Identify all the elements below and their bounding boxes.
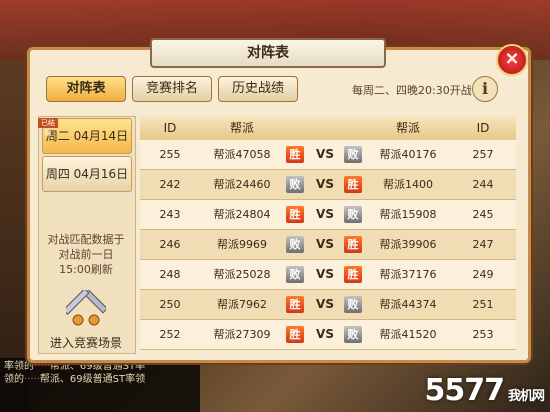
right-id: 245 <box>472 208 494 221</box>
left-id: 250 <box>159 298 181 311</box>
left-guild-name: 帮派47058 <box>213 148 271 161</box>
chat-line: 领的·····帮派、69级普通ST率领 <box>4 374 146 385</box>
left-guild-name: 帮派27309 <box>213 328 271 341</box>
enter-arena-label[interactable]: 进入竞赛场景 <box>42 334 130 351</box>
left-guild-name: 帮派9969 <box>217 238 267 251</box>
tab-history-record[interactable]: 历史战绩 <box>218 76 298 102</box>
tab-competition-ranking[interactable]: 竞赛排名 <box>132 76 212 102</box>
left-guild-name: 帮派24804 <box>213 208 271 221</box>
table-row: 252 帮派27309 VS 帮派41520 253 胜 败 <box>140 320 516 350</box>
left-guild-name: 帮派24460 <box>213 178 271 191</box>
left-id: 243 <box>159 208 181 221</box>
chat-log: 率领的·····帮派、69级普通ST率 领的·····帮派、69级普通ST率领 <box>0 358 200 412</box>
right-guild-name: 帮派1400 <box>383 178 433 191</box>
left-guild-name: 帮派7962 <box>217 298 267 311</box>
win-badge: 胜 <box>286 146 304 163</box>
table-row: 243 帮派24804 VS 帮派15908 245 胜 败 <box>140 200 516 230</box>
tab-match-schedule[interactable]: 对阵表 <box>46 76 126 102</box>
left-id: 252 <box>159 328 181 341</box>
table-row: 250 帮派7962 VS 帮派44374 251 胜 败 <box>140 290 516 320</box>
right-guild-name: 帮派40176 <box>379 148 437 161</box>
lose-badge: 败 <box>286 236 304 253</box>
header-right-id: ID <box>476 121 490 135</box>
left-id: 246 <box>159 238 181 251</box>
crossed-swords-icon[interactable] <box>66 290 106 330</box>
table-row: 248 帮派25028 VS 帮派37176 249 败 胜 <box>140 260 516 290</box>
left-id: 242 <box>159 178 181 191</box>
ended-ribbon: 已结束 <box>38 118 58 137</box>
vs-label: VS <box>316 177 334 191</box>
day-thursday[interactable]: 周四 04月16日 <box>42 156 132 192</box>
right-guild-name: 帮派37176 <box>379 268 437 281</box>
panel-title: 对阵表 <box>150 38 386 68</box>
win-badge: 胜 <box>286 296 304 313</box>
right-guild-name: 帮派44374 <box>379 298 437 311</box>
right-id: 253 <box>472 328 494 341</box>
vs-label: VS <box>316 237 334 251</box>
close-icon[interactable]: × <box>496 44 528 76</box>
vs-label: VS <box>316 207 334 221</box>
lose-badge: 败 <box>286 266 304 283</box>
vs-label: VS <box>316 327 334 341</box>
table-row: 246 帮派9969 VS 帮派39906 247 败 胜 <box>140 230 516 260</box>
left-guild-name: 帮派25028 <box>213 268 271 281</box>
right-id: 257 <box>472 148 494 161</box>
right-id: 249 <box>472 268 494 281</box>
win-badge: 胜 <box>286 326 304 343</box>
refresh-note: 对战匹配数据于对战前一日15:00刷新 <box>47 233 125 276</box>
vs-label: VS <box>316 297 334 311</box>
header-left-id: ID <box>163 121 177 135</box>
win-badge: 胜 <box>344 176 362 193</box>
win-badge: 胜 <box>344 236 362 253</box>
lose-badge: 败 <box>286 176 304 193</box>
right-id: 251 <box>472 298 494 311</box>
table-header: ID 帮派 帮派 ID <box>140 116 516 141</box>
info-icon[interactable]: i <box>472 76 498 102</box>
right-id: 244 <box>472 178 494 191</box>
lose-badge: 败 <box>344 296 362 313</box>
left-id: 248 <box>159 268 181 281</box>
schedule-text: 每周二、四晚20:30开战 <box>352 84 472 97</box>
match-table: ID 帮派 帮派 ID 255 帮派47058 VS 帮派40176 257 胜败 242 帮… <box>140 116 516 358</box>
vs-label: VS <box>316 147 334 161</box>
header-left-guild: 帮派 <box>229 121 254 135</box>
win-badge: 胜 <box>344 266 362 283</box>
table-row: 242 帮派24460 VS 帮派1400 244 败 胜 <box>140 170 516 200</box>
left-id: 255 <box>159 148 181 161</box>
lose-badge: 败 <box>344 326 362 343</box>
right-guild-name: 帮派15908 <box>379 208 437 221</box>
watermark-logo: 5577 我机网 <box>424 373 545 408</box>
right-guild-name: 帮派41520 <box>379 328 437 341</box>
lose-badge: 败 <box>344 146 362 163</box>
right-guild-name: 帮派39906 <box>379 238 437 251</box>
header-right-guild: 帮派 <box>395 121 420 135</box>
vs-label: VS <box>316 267 334 281</box>
win-badge: 胜 <box>286 206 304 223</box>
table-row: 255 帮派47058 VS 帮派40176 257 胜 败 <box>140 140 516 170</box>
right-id: 247 <box>472 238 494 251</box>
lose-badge: 败 <box>344 206 362 223</box>
